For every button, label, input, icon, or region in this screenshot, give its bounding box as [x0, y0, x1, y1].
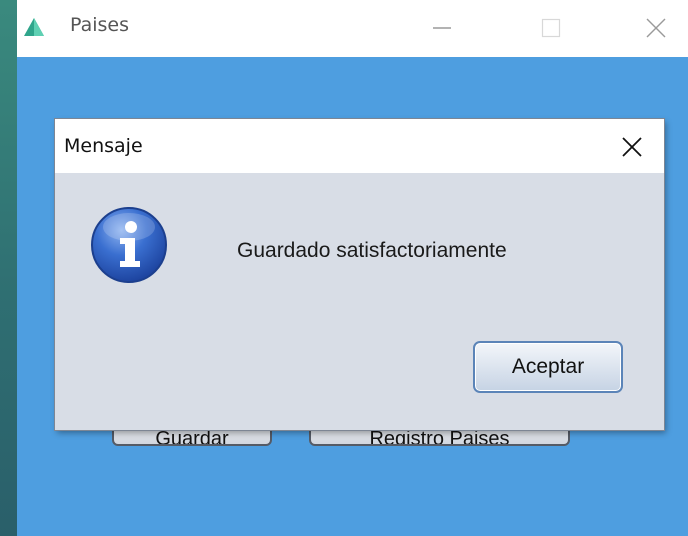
dialog-message: Guardado satisfactoriamente	[237, 239, 507, 262]
maximize-button[interactable]	[529, 8, 573, 48]
dialog-title: Mensaje	[64, 135, 143, 157]
main-titlebar[interactable]: Paises	[17, 0, 688, 57]
window-title: Paises	[70, 14, 130, 36]
message-dialog: Mensaje Guardado satisfactoriamente Acep…	[55, 119, 664, 430]
maximize-icon	[541, 18, 561, 38]
minimize-button[interactable]	[420, 8, 464, 48]
app-triangle-icon	[24, 18, 44, 36]
close-button[interactable]	[634, 8, 678, 48]
close-icon	[622, 137, 642, 157]
info-icon	[91, 207, 167, 283]
minimize-icon	[433, 27, 451, 29]
dialog-close-button[interactable]	[610, 127, 654, 167]
accept-button[interactable]: Aceptar	[473, 341, 623, 393]
close-icon	[646, 18, 666, 38]
dialog-titlebar[interactable]: Mensaje	[55, 119, 664, 173]
